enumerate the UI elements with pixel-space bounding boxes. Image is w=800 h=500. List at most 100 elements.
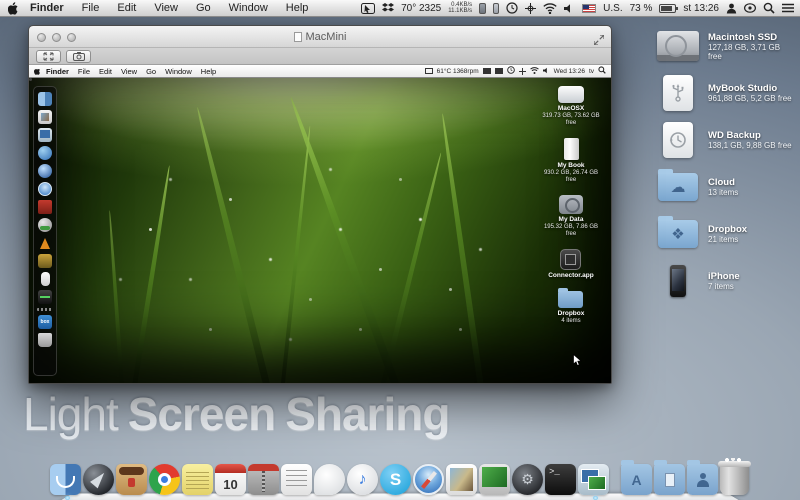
remote-dock-activity-monitor-icon[interactable] (38, 290, 52, 304)
remote-spotlight-icon[interactable] (598, 66, 606, 76)
dock-launcher-icon[interactable] (83, 464, 114, 495)
remote-display-icon[interactable] (425, 68, 433, 74)
apple-menu-icon[interactable] (6, 2, 20, 15)
wifi-icon[interactable] (543, 3, 557, 14)
remote-wifi-icon[interactable] (530, 67, 539, 76)
desktop-icon-wd-backup[interactable]: WD Backup 138,1 GB, 9,88 GB free (656, 121, 796, 159)
dock-messages-icon[interactable] (314, 464, 345, 495)
remote-icon-mydata[interactable]: My Data 195.32 GB, 7.86 GB free (541, 195, 601, 238)
zoom-button[interactable] (67, 33, 76, 42)
desktop-icon-iphone[interactable]: iPhone 7 items (656, 262, 796, 300)
remote-menu-edit[interactable]: Edit (95, 67, 116, 76)
minimize-button[interactable] (52, 33, 61, 42)
screen-sharing-status-icon[interactable] (361, 3, 375, 14)
remote-menu-window[interactable]: Window (161, 67, 196, 76)
remote-dock-vlc-icon[interactable] (38, 236, 52, 250)
desktop-icon-mybook-studio[interactable]: MyBook Studio 961,88 GB, 5,2 GB free (656, 74, 796, 112)
desktop-icon-dropbox[interactable]: ❖ Dropbox 21 items (656, 215, 796, 253)
dock-stickies-icon[interactable] (182, 464, 213, 495)
volume-icon[interactable] (564, 3, 575, 14)
dock-calendar-icon[interactable]: 10 (215, 464, 246, 495)
remote-menu-file[interactable]: File (74, 67, 94, 76)
input-source-flag-icon[interactable] (582, 4, 596, 13)
remote-volume-icon[interactable] (543, 67, 550, 76)
menu-file[interactable]: File (74, 2, 108, 14)
dock-applications-folder-icon[interactable]: A (621, 464, 652, 495)
menu-go[interactable]: Go (188, 2, 219, 14)
remote-menu-view[interactable]: View (117, 67, 141, 76)
remote-menu-help[interactable]: Help (197, 67, 220, 76)
remote-dock-trash-icon[interactable] (38, 333, 52, 347)
dock-chrome-icon[interactable] (149, 464, 180, 495)
dock-textedit-icon[interactable] (281, 464, 312, 495)
dock-safari-icon[interactable] (413, 464, 444, 495)
dock-users-folder-icon[interactable] (687, 464, 718, 495)
dock-finder-icon[interactable] (50, 464, 81, 495)
remote-icon-macosx[interactable]: MacOSX 319.73 GB, 73.62 GB free (541, 86, 601, 127)
remote-dock-network-icon[interactable] (38, 164, 52, 178)
remote-dock-frontrow-icon[interactable] (38, 200, 52, 214)
remote-dock-finder-icon[interactable] (38, 92, 52, 106)
remote-icon-mybook[interactable]: My Book 930.2 GB, 26.74 GB free (541, 138, 601, 184)
remote-crosshair-icon[interactable] (519, 68, 526, 75)
fullscreen-arrows-icon[interactable] (594, 32, 604, 50)
window-titlebar[interactable]: MacMini (29, 26, 611, 48)
dock-trash-icon[interactable] (720, 464, 749, 495)
dock-screen-sharing-icon[interactable] (578, 464, 609, 495)
remote-dock-preview-icon[interactable] (38, 110, 52, 124)
remote-clock-icon[interactable] (507, 66, 515, 76)
clock-label[interactable]: st 13:26 (683, 3, 719, 14)
spotlight-icon[interactable] (763, 2, 775, 14)
remote-dock-displays-icon[interactable] (38, 128, 52, 142)
remote-dock-itunes-icon[interactable] (38, 146, 52, 160)
device-battery-icon[interactable] (479, 3, 486, 14)
remote-sensors-label[interactable]: 61°C 1368rpm (437, 68, 479, 75)
dock-itunes-icon[interactable]: ♪ (347, 464, 378, 495)
remote-tv-label[interactable]: tv (589, 68, 594, 75)
dock-remote-desktop-icon[interactable] (479, 464, 510, 495)
fast-user-switch-icon[interactable] (744, 3, 756, 13)
menu-window[interactable]: Window (221, 2, 276, 14)
dock-coffee-app-icon[interactable] (116, 464, 147, 495)
remote-dock-safari-icon[interactable] (38, 182, 52, 196)
dock-skype-icon[interactable]: S (380, 464, 411, 495)
scale-screen-button[interactable] (36, 50, 61, 63)
time-machine-icon[interactable] (506, 2, 518, 14)
menu-edit[interactable]: Edit (109, 2, 144, 14)
remote-menu-finder[interactable]: Finder (42, 67, 73, 76)
remote-dock-eyetv-icon[interactable] (38, 218, 52, 232)
dock-preview-icon[interactable] (446, 464, 477, 495)
menu-help[interactable]: Help (278, 2, 317, 14)
remote-apple-menu-icon[interactable] (34, 67, 41, 75)
screenshot-camera-button[interactable] (66, 50, 91, 63)
remote-dock-remote-icon[interactable] (41, 272, 50, 286)
close-button[interactable] (37, 33, 46, 42)
remote-icon-dropbox[interactable]: Dropbox 4 items (558, 291, 585, 325)
dropbox-status-icon[interactable] (382, 3, 394, 14)
remote-dock-box-icon[interactable]: box (38, 315, 52, 329)
battery-percent-label[interactable]: 73 % (630, 3, 653, 14)
dock-terminal-icon[interactable]: >_ (545, 464, 576, 495)
remote-menu-go[interactable]: Go (142, 67, 160, 76)
remote-dock-transmit-icon[interactable] (38, 254, 52, 268)
battery-icon[interactable] (659, 4, 676, 13)
dock-archive-utility-icon[interactable] (248, 464, 279, 495)
desktop-icon-cloud[interactable]: ☁ Cloud 13 items (656, 168, 796, 206)
desktop-icon-macintosh-ssd[interactable]: Macintosh SSD 127,18 GB, 3,71 GB free (656, 27, 796, 65)
remote-monitor-icon[interactable] (495, 68, 503, 74)
remote-icon-connector[interactable]: Connector.app (548, 249, 594, 280)
remote-clock-label[interactable]: Wed 13:26 (554, 68, 585, 75)
menu-view[interactable]: View (146, 2, 186, 14)
network-speed[interactable]: 0.4KB/s 11.1KB/s (448, 2, 472, 14)
dock-utilities-gear-icon[interactable]: ⚙ (512, 464, 543, 495)
phone-battery-icon[interactable] (493, 3, 499, 14)
notification-center-icon[interactable] (782, 3, 794, 13)
istat-temp-fan[interactable]: 70° 2325 (401, 3, 441, 14)
dock-documents-folder-icon[interactable] (654, 464, 685, 495)
remote-keyboard-icon[interactable] (483, 68, 491, 74)
icon-label: Dropbox (708, 224, 747, 235)
user-icon[interactable] (726, 3, 737, 14)
input-source-label[interactable]: U.S. (603, 3, 622, 14)
location-crosshair-icon[interactable] (525, 3, 536, 14)
menu-finder[interactable]: Finder (22, 2, 72, 14)
